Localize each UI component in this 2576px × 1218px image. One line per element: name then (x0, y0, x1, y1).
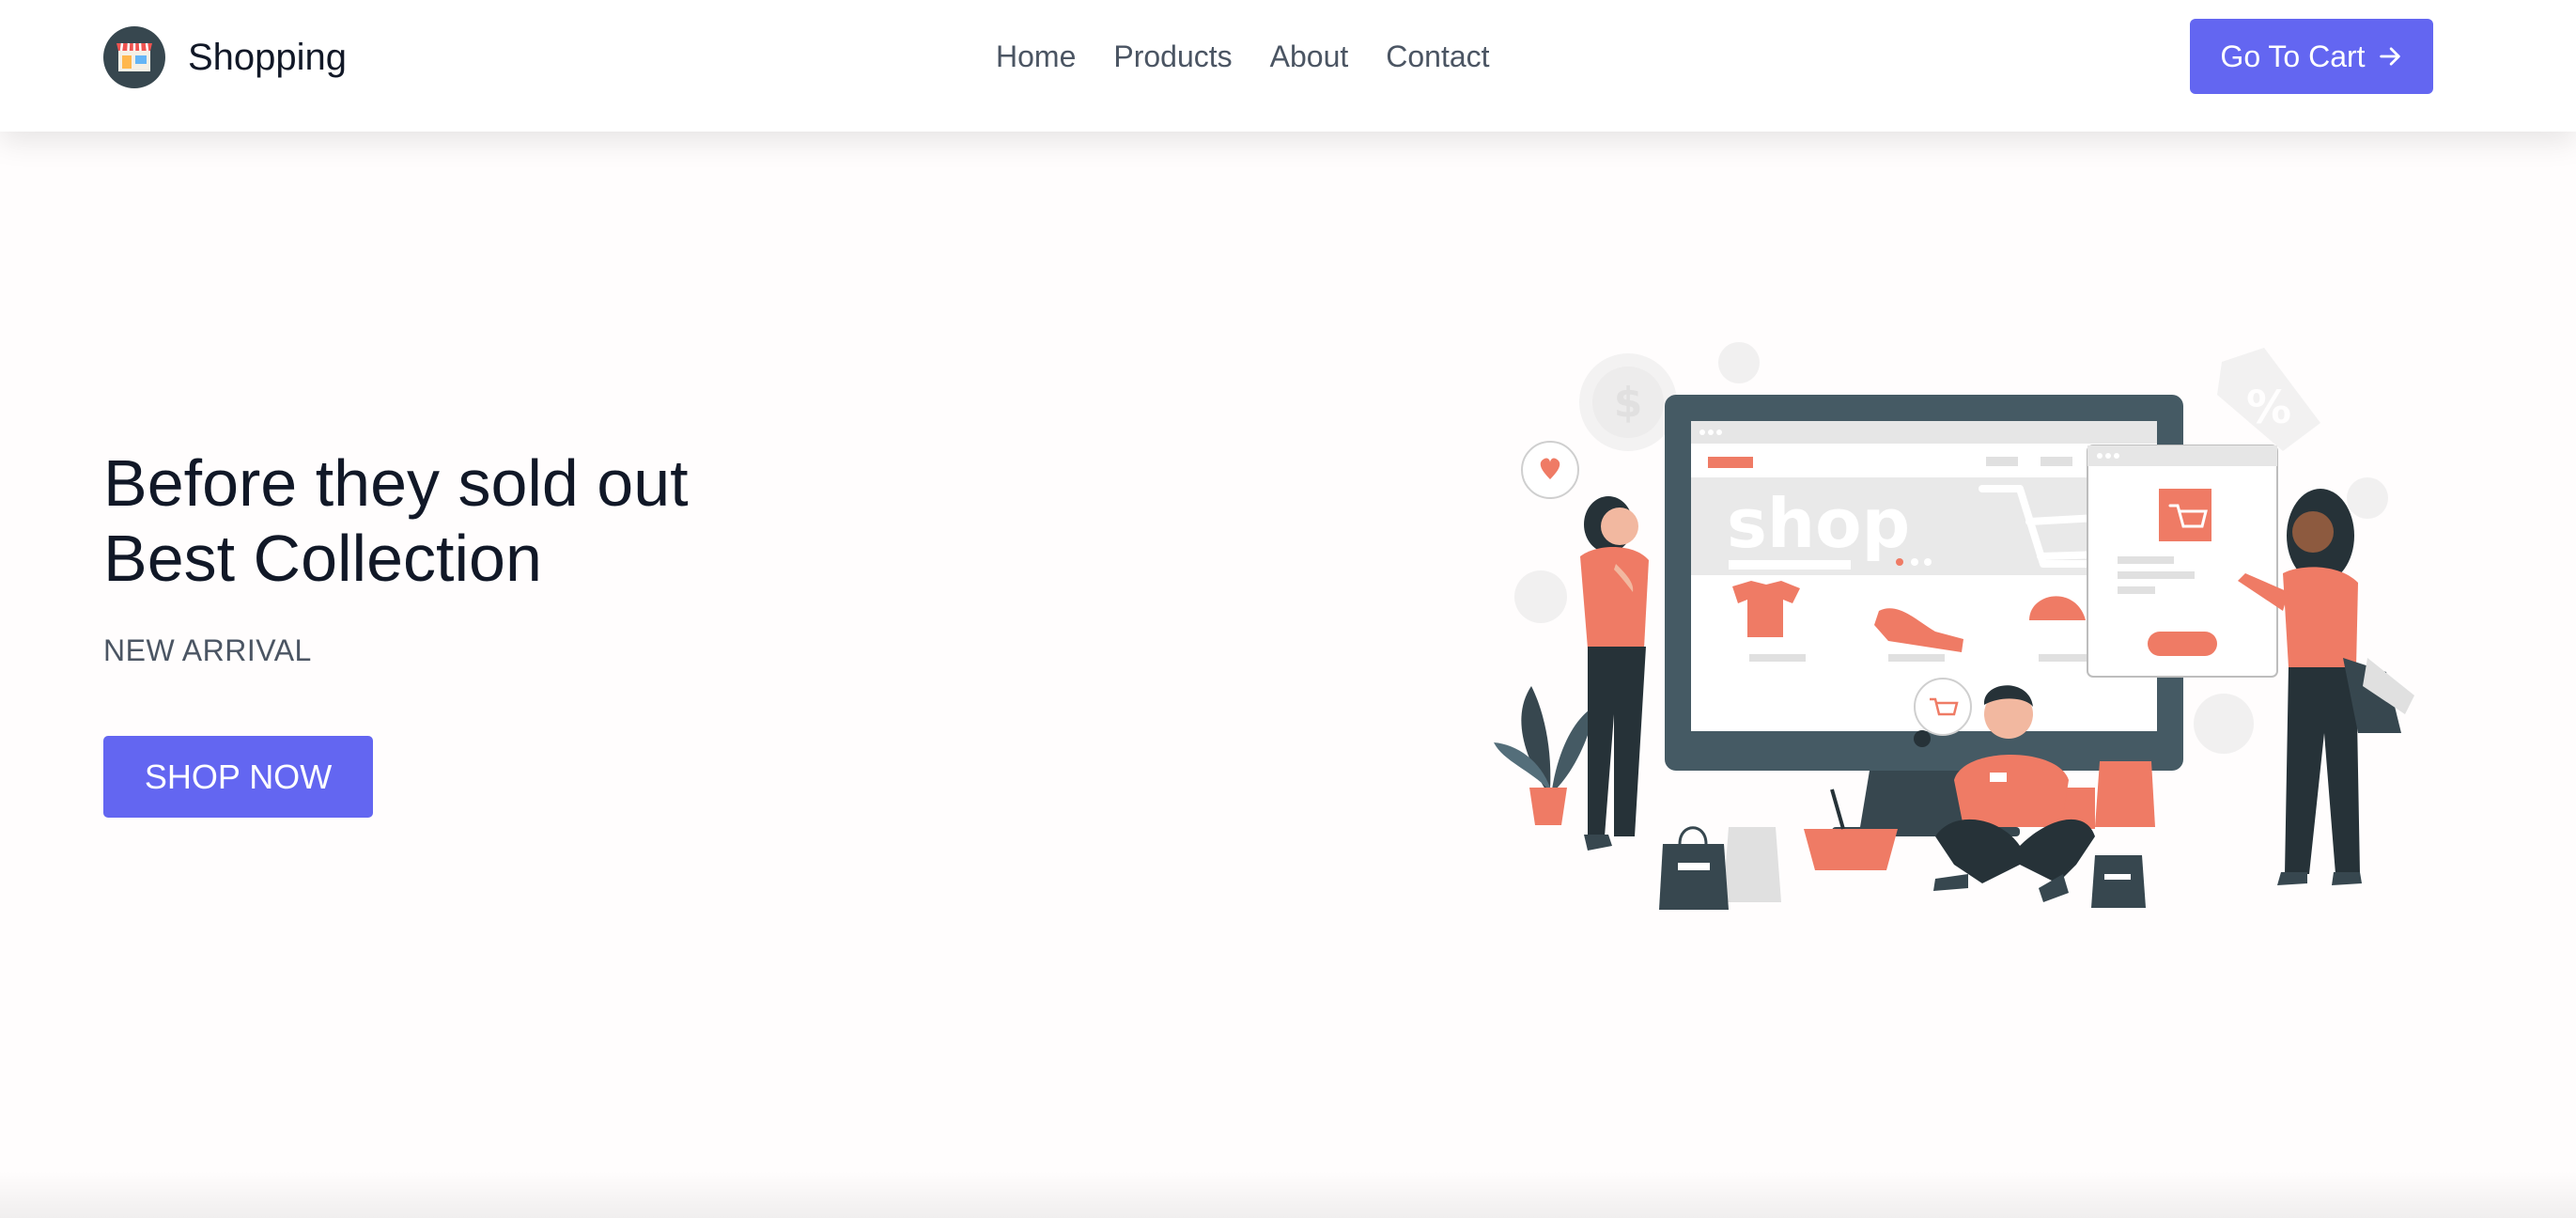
storefront-icon (103, 26, 165, 88)
plant (1494, 686, 1597, 825)
shop-now-button[interactable]: SHOP NOW (103, 736, 373, 818)
hero-title: Before they sold out Best Collection (103, 445, 855, 596)
svg-text:%: % (2246, 382, 2291, 434)
shop-banner-text: shop (1727, 484, 1910, 563)
brand-link[interactable]: Shopping (103, 26, 347, 88)
nav-contact-link[interactable]: Contact (1386, 38, 1489, 75)
hero-subtitle: NEW ARRIVAL (103, 633, 312, 667)
arrow-right-icon (2379, 47, 2400, 66)
hero-title-line-1: Before they sold out (103, 446, 689, 520)
nav-about-link[interactable]: About (1270, 38, 1349, 75)
nav-home-link[interactable]: Home (996, 38, 1076, 75)
go-to-cart-label: Go To Cart (2220, 39, 2366, 73)
online-shopping-illustration: $ % shop (1494, 342, 2414, 910)
hero-title-line-2: Best Collection (103, 522, 542, 595)
woman-surprised (1580, 496, 1649, 851)
go-to-cart-button[interactable]: Go To Cart (2190, 19, 2433, 94)
coin-icon: $ (1579, 353, 1677, 451)
main-nav: Home Products About Contact (996, 38, 1490, 75)
svg-text:$: $ (1614, 379, 1643, 427)
nav-products-link[interactable]: Products (1113, 38, 1232, 75)
navbar: Shopping Home Products About Contact Go … (0, 0, 2576, 132)
bottom-fade (0, 1171, 2576, 1218)
checkout-popup (2087, 445, 2278, 678)
brand-name: Shopping (188, 36, 348, 78)
